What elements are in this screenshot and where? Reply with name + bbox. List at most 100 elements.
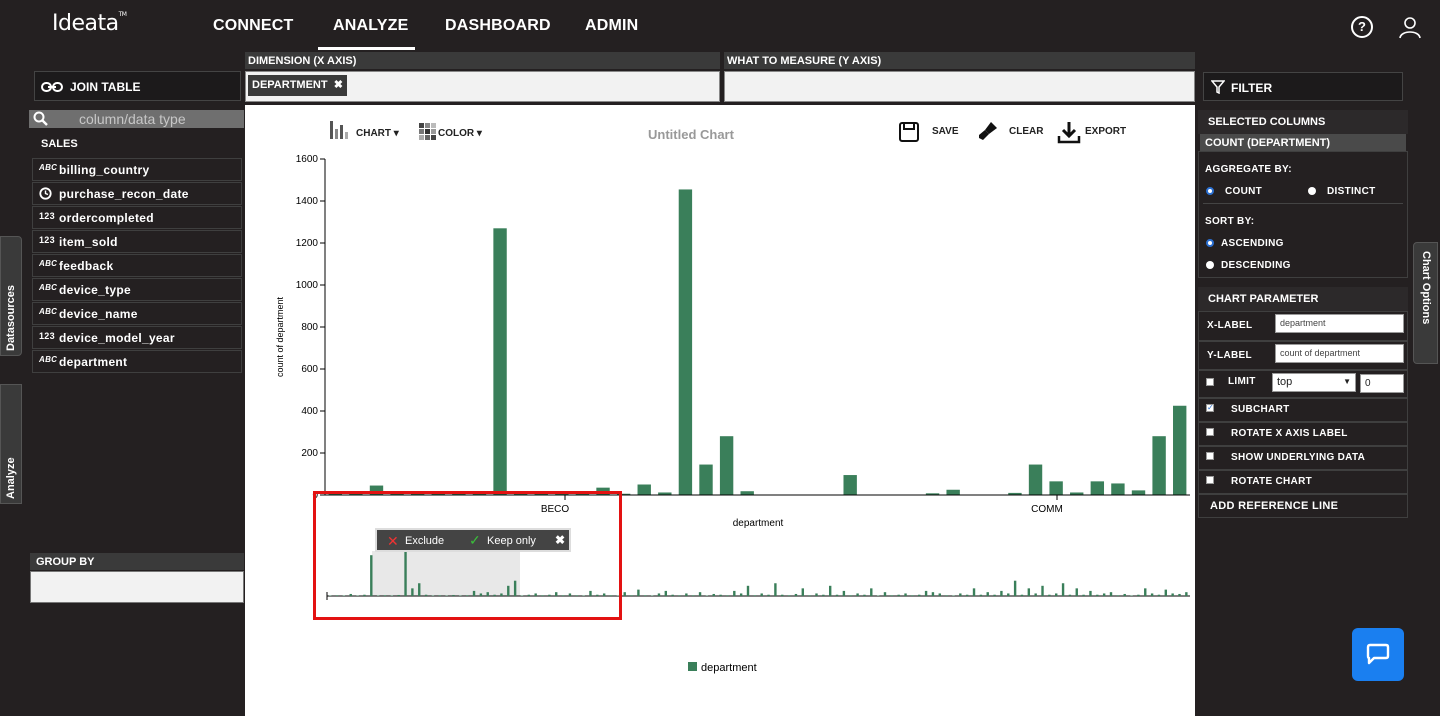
measure-dropzone[interactable]	[724, 71, 1195, 102]
field-item-department[interactable]: ABC department	[32, 350, 242, 373]
subchart-bar	[726, 595, 729, 596]
search-input[interactable]: column/data type	[79, 111, 186, 127]
subchart-bar	[1082, 594, 1085, 596]
radio-descending[interactable]	[1206, 261, 1214, 269]
subchart-bar	[897, 594, 900, 596]
subchart-bar	[664, 590, 668, 596]
selected-item[interactable]: COUNT (DEPARTMENT)	[1200, 134, 1406, 151]
y-tick-label: 1200	[296, 238, 319, 249]
subchart-row	[1198, 398, 1408, 422]
bar[interactable]	[493, 228, 507, 496]
bar[interactable]	[1131, 490, 1146, 495]
bar[interactable]	[1152, 436, 1166, 495]
bar[interactable]	[843, 475, 857, 495]
radio-distinct[interactable]	[1308, 187, 1316, 195]
selected-columns-heading: SELECTED COLUMNS	[1198, 110, 1408, 134]
dimension-dropzone[interactable]: DEPARTMENT ✖	[245, 71, 720, 102]
tab-chart-options[interactable]: Chart Options	[1413, 242, 1438, 364]
subchart-bar	[1164, 589, 1168, 596]
clock-icon	[39, 187, 55, 201]
help-icon[interactable]: ?	[1351, 16, 1373, 38]
limit-select[interactable]: top ▼	[1272, 373, 1356, 392]
join-table-button[interactable]: JOIN TABLE	[34, 71, 241, 101]
nav-admin[interactable]: ADMIN	[585, 17, 638, 35]
show-underlying-label: SHOW UNDERLYING DATA	[1231, 452, 1366, 463]
field-item-billing-country[interactable]: ABC billing_country	[32, 158, 242, 181]
add-reference-line-button[interactable]: ADD REFERENCE LINE	[1210, 500, 1338, 512]
dimension-chip[interactable]: DEPARTMENT ✖	[248, 75, 347, 96]
field-name: device_name	[59, 307, 138, 321]
bar[interactable]	[1049, 481, 1063, 495]
logo[interactable]: IdeataTM	[52, 11, 127, 36]
nav-connect[interactable]: CONNECT	[213, 17, 294, 35]
y-axis: 02004006008001000120014001600count of de…	[275, 154, 326, 501]
subchart-checkbox[interactable]: ✓	[1206, 404, 1214, 412]
subchart-bar	[733, 590, 736, 596]
y-label-label: Y-LABEL	[1207, 350, 1252, 361]
subchart-bar	[1137, 594, 1140, 596]
y-tick-label: 600	[301, 364, 318, 375]
subchart-bar	[1171, 593, 1174, 596]
show-underlying-checkbox[interactable]	[1206, 452, 1214, 460]
field-item-device-model-year[interactable]: 123 device_model_year	[32, 326, 242, 349]
field-item-ordercompleted[interactable]: 123 ordercompleted	[32, 206, 242, 229]
subchart-bar	[815, 593, 818, 596]
radio-count[interactable]	[1206, 187, 1214, 195]
bar[interactable]	[1090, 481, 1105, 495]
column-search[interactable]: column/data type	[29, 110, 244, 128]
subchart-bar	[1007, 593, 1010, 596]
limit-value-input[interactable]: 0	[1360, 374, 1404, 393]
subchart-bar	[842, 590, 846, 596]
filter-button[interactable]: FILTER	[1203, 72, 1403, 101]
legend[interactable]: department	[688, 662, 757, 674]
subchart-bar	[1157, 594, 1161, 596]
remove-chip-icon[interactable]: ✖	[334, 79, 343, 91]
active-nav-indicator	[318, 47, 415, 50]
radio-ascending[interactable]	[1206, 239, 1214, 247]
bar[interactable]	[678, 189, 693, 495]
group-by-dropzone[interactable]	[30, 571, 244, 603]
bar[interactable]	[637, 484, 651, 496]
group-by-label: GROUP BY	[30, 553, 244, 570]
subchart-bar	[1150, 593, 1154, 596]
field-item-feedback[interactable]: ABC feedback	[32, 254, 242, 277]
subchart-bar	[739, 593, 743, 596]
rotate-chart-checkbox[interactable]	[1206, 476, 1214, 484]
field-item-device-type[interactable]: ABC device_type	[32, 278, 242, 301]
bar[interactable]	[719, 436, 734, 495]
bar[interactable]	[1173, 405, 1187, 495]
tab-analyze[interactable]: Analyze	[0, 384, 22, 504]
limit-checkbox[interactable]	[1206, 378, 1214, 386]
field-item-device-name[interactable]: ABC device_name	[32, 302, 242, 325]
agg-count-label: COUNT	[1225, 186, 1263, 197]
nav-analyze[interactable]: ANALYZE	[333, 17, 409, 35]
bar[interactable]	[1028, 464, 1043, 495]
user-icon[interactable]	[1398, 15, 1422, 39]
numeric-type-icon: 123	[39, 331, 55, 341]
rotate-x-checkbox[interactable]	[1206, 428, 1214, 436]
subchart-bar	[1000, 590, 1003, 596]
tab-datasources[interactable]: Datasources	[0, 236, 22, 356]
field-name: billing_country	[59, 163, 150, 177]
nav-dashboard[interactable]: DASHBOARD	[445, 17, 551, 35]
bar[interactable]	[699, 464, 713, 495]
field-name: feedback	[59, 259, 114, 273]
sort-label: SORT BY:	[1205, 216, 1255, 227]
subchart-bar	[856, 593, 859, 596]
subchart-bar	[938, 593, 941, 596]
field-item-purchase-recon-date[interactable]: purchase_recon_date	[32, 182, 242, 205]
bar[interactable]	[1111, 483, 1125, 495]
subchart-label: SUBCHART	[1231, 404, 1290, 415]
chat-button[interactable]	[1352, 628, 1404, 681]
subchart-bar	[1013, 580, 1017, 596]
subchart-bar	[904, 593, 907, 596]
x-label-input[interactable]: department	[1275, 314, 1404, 333]
measure-label: WHAT TO MEASURE (Y AXIS)	[724, 52, 1195, 69]
bar[interactable]	[946, 489, 960, 495]
subchart-bar	[623, 592, 626, 596]
y-tick-label: 1600	[296, 154, 319, 165]
aggregate-label: AGGREGATE BY:	[1205, 164, 1292, 175]
bar[interactable]	[740, 491, 754, 495]
y-label-input[interactable]: count of department	[1275, 344, 1404, 363]
field-item-item-sold[interactable]: 123 item_sold	[32, 230, 242, 253]
